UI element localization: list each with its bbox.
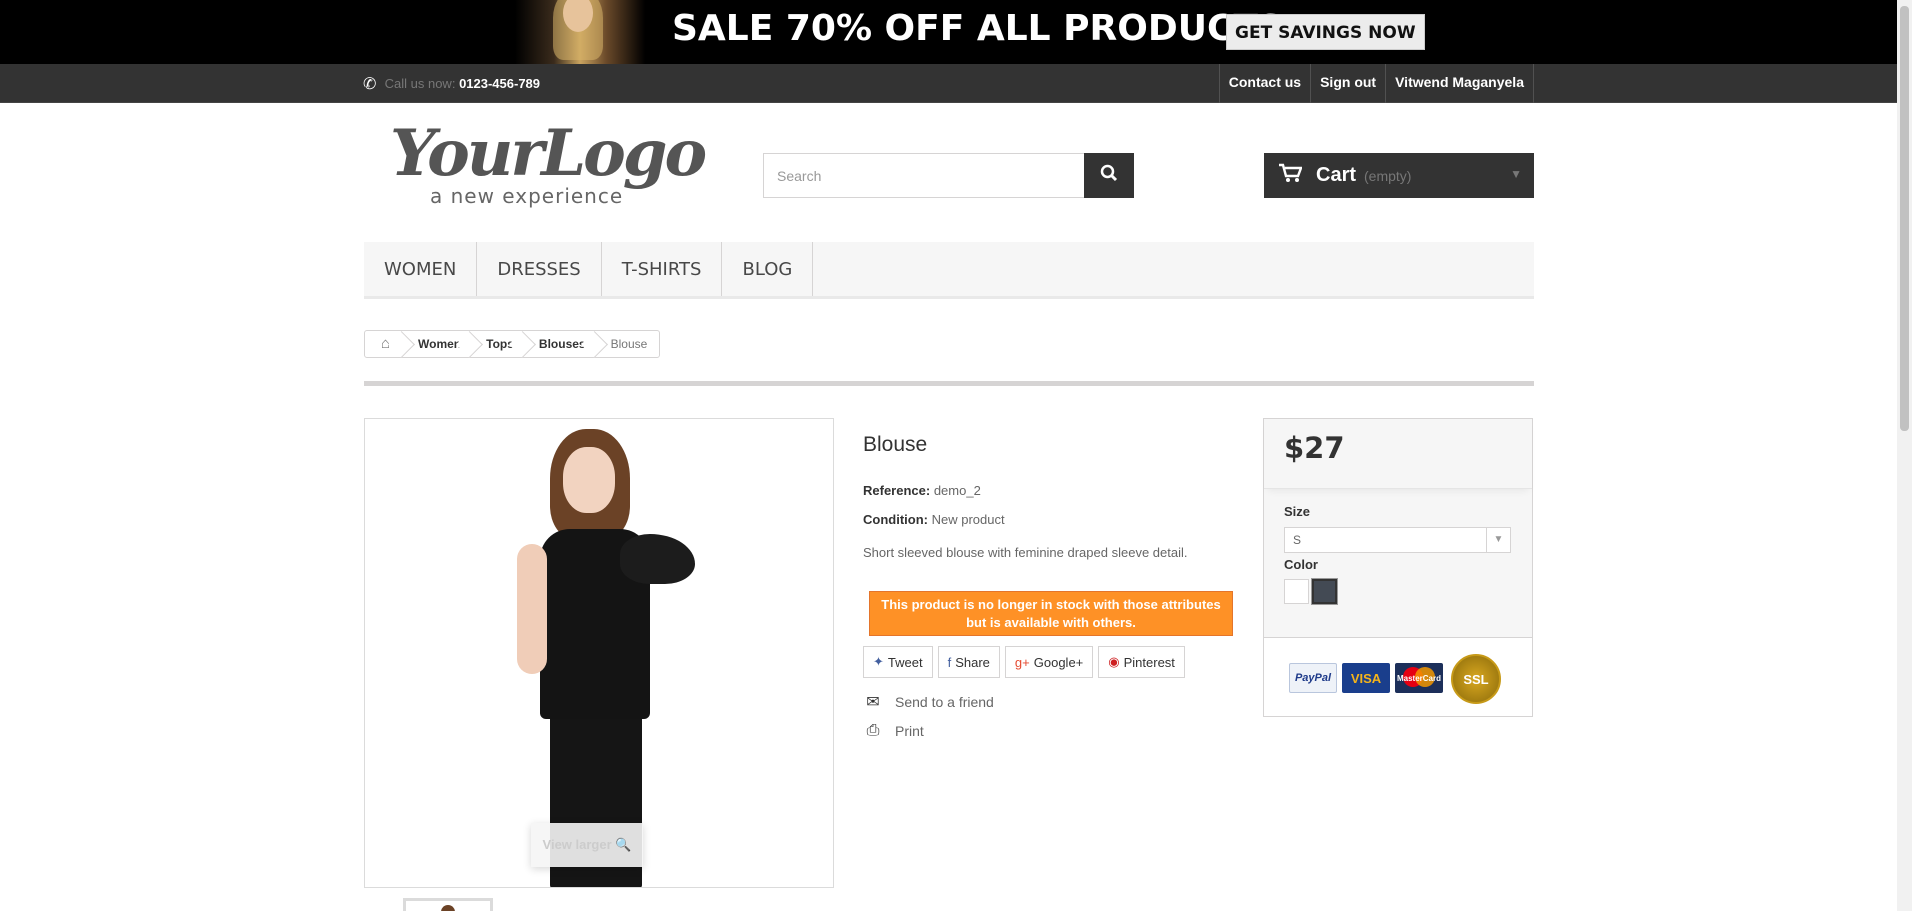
envelope-icon: ✉	[866, 694, 880, 711]
product-description: Short sleeved blouse with feminine drape…	[863, 545, 1188, 560]
phone-number: 0123-456-789	[459, 76, 541, 91]
menu-item-tshirts[interactable]: T-SHIRTS	[602, 242, 723, 296]
main-menu: WOMEN DRESSES T-SHIRTS BLOG	[364, 242, 1534, 299]
share-label: Share	[955, 654, 990, 670]
facebook-share-button[interactable]: f Share	[937, 646, 1000, 678]
buy-box: $27 Size S ▼ Color PayPal VISA MasterCar…	[1263, 418, 1533, 717]
banner-model-image	[515, 0, 645, 64]
condition-label: Condition:	[863, 512, 928, 527]
breadcrumb-blouses[interactable]: Blouses	[526, 331, 598, 357]
cart-icon	[1278, 163, 1303, 189]
facebook-icon: f	[947, 654, 952, 670]
google-plus-icon: g+	[1014, 654, 1030, 670]
print-label: Print	[895, 723, 924, 739]
scrollbar-thumb[interactable]	[1900, 6, 1909, 431]
model-figure	[495, 429, 695, 887]
color-swatch-white[interactable]	[1284, 579, 1309, 604]
size-select[interactable]: S ▼	[1284, 527, 1511, 553]
top-nav: Contact us Sign out Vitwend Maganyela	[1218, 64, 1534, 103]
cart-status: (empty)	[1364, 167, 1412, 184]
search-icon	[1100, 164, 1118, 181]
stock-alert-line1: This product is no longer in stock with …	[881, 597, 1221, 612]
stock-alert-line2: but is available with others.	[966, 615, 1136, 630]
visa-logo: VISA	[1342, 663, 1390, 693]
chevron-down-icon: ▼	[1510, 167, 1522, 181]
cart-button[interactable]: Cart (empty) ▼	[1264, 153, 1534, 198]
size-value: S	[1293, 533, 1302, 547]
logo[interactable]: YourLogo a new experience	[390, 122, 707, 210]
product-thumbnail[interactable]	[403, 898, 493, 911]
logo-tagline: a new experience	[430, 184, 624, 208]
product-price: $27	[1284, 431, 1345, 465]
tweet-button[interactable]: ✦ Tweet	[863, 646, 933, 678]
call-label: Call us now:	[384, 76, 456, 91]
sign-out-link[interactable]: Sign out	[1310, 64, 1385, 103]
mastercard-logo: MasterCard	[1395, 663, 1443, 693]
pinterest-icon: ◉	[1108, 654, 1120, 669]
print-link[interactable]: ⎙ Print	[863, 722, 924, 740]
social-share: ✦ Tweet f Share g+ Google+ ◉ Pinterest	[863, 646, 1185, 678]
cart-label: Cart	[1316, 164, 1357, 186]
phone-icon: ✆	[363, 76, 377, 94]
banner-headline: SALE 70% OFF ALL PRODUCTS	[672, 8, 1284, 49]
home-icon[interactable]: ⌂	[365, 331, 405, 357]
section-divider	[364, 381, 1534, 386]
menu-item-dresses[interactable]: DRESSES	[477, 242, 602, 296]
reference-label: Reference:	[863, 483, 931, 498]
pinterest-button[interactable]: ◉ Pinterest	[1098, 646, 1185, 678]
top-bar	[0, 64, 1912, 103]
get-savings-button[interactable]: GET SAVINGS NOW	[1226, 14, 1425, 50]
menu-item-blog[interactable]: BLOG	[722, 242, 814, 296]
ssl-badge: SSL	[1451, 654, 1501, 704]
print-icon: ⎙	[866, 722, 880, 739]
send-label: Send to a friend	[895, 694, 994, 710]
size-label: Size	[1284, 504, 1311, 519]
contact-us-link[interactable]: Contact us	[1218, 64, 1310, 103]
twitter-icon: ✦	[873, 654, 884, 669]
tweet-label: Tweet	[887, 654, 923, 670]
breadcrumb: ⌂ Women Tops Blouses Blouse	[364, 330, 661, 358]
search-button[interactable]	[1084, 153, 1134, 198]
product-image[interactable]: View larger 🔍	[364, 418, 834, 888]
page-scrollbar[interactable]	[1897, 0, 1912, 911]
product-reference: Reference: demo_2	[863, 483, 981, 498]
stock-alert: This product is no longer in stock with …	[869, 591, 1233, 636]
google-label: Google+	[1033, 654, 1084, 670]
payment-logos: PayPal VISA MasterCard SSL	[1264, 637, 1532, 716]
color-swatch-black[interactable]	[1311, 578, 1338, 605]
search-bar	[763, 153, 1134, 198]
call-us: ✆ Call us now: 0123-456-789	[363, 70, 540, 98]
menu-item-women[interactable]: WOMEN	[364, 242, 478, 296]
pinterest-label: Pinterest	[1123, 654, 1175, 670]
view-larger-button[interactable]: View larger 🔍	[531, 823, 643, 867]
product-title: Blouse	[863, 433, 928, 456]
google-plus-button[interactable]: g+ Google+	[1004, 646, 1094, 678]
promo-banner[interactable]: SALE 70% OFF ALL PRODUCTS GET SAVINGS NO…	[0, 0, 1912, 64]
view-larger-label: View larger	[542, 837, 612, 852]
condition-value: New product	[931, 512, 1005, 527]
send-to-friend-link[interactable]: ✉ Send to a friend	[863, 692, 994, 712]
zoom-icon: 🔍	[615, 837, 632, 852]
color-label: Color	[1284, 557, 1318, 572]
account-link[interactable]: Vitwend Maganyela	[1385, 64, 1534, 103]
logo-main: YourLogo	[390, 116, 707, 191]
search-input[interactable]	[764, 154, 1084, 197]
product-condition: Condition: New product	[863, 512, 1005, 527]
reference-value: demo_2	[933, 483, 981, 498]
chevron-down-icon: ▼	[1486, 528, 1510, 552]
paypal-logo: PayPal	[1289, 663, 1337, 693]
